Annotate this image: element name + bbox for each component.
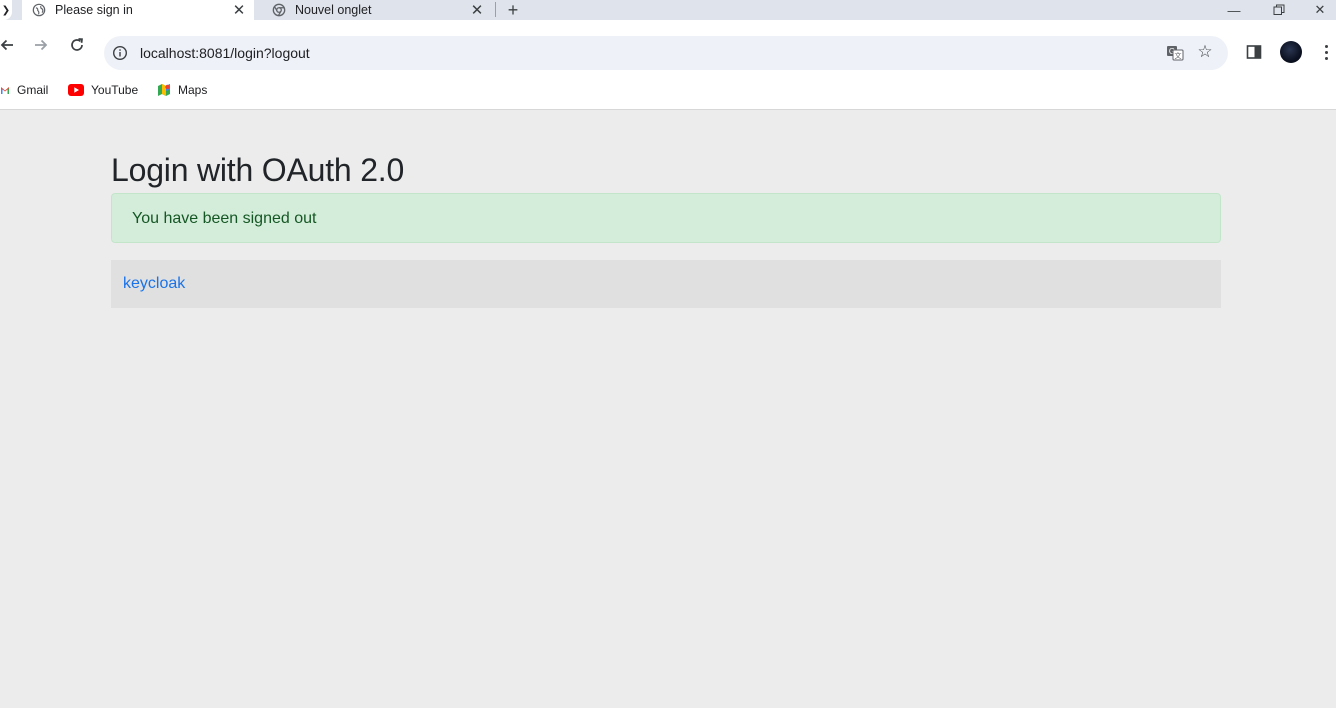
gmail-icon: [1, 87, 9, 94]
restore-icon[interactable]: [1259, 0, 1299, 20]
profile-avatar[interactable]: [1280, 41, 1302, 63]
tab-separator: [495, 2, 496, 17]
back-arrow-icon[interactable]: [0, 32, 20, 58]
page-title: Login with OAuth 2.0: [111, 152, 405, 188]
svg-text:文: 文: [1175, 51, 1182, 60]
browser-toolbar: localhost:8081/login?logout G 文 ☆: [0, 20, 1336, 70]
oauth-provider-list: keycloak: [111, 260, 1221, 308]
bookmark-youtube[interactable]: YouTube: [68, 81, 138, 99]
bookmark-gmail[interactable]: Gmail: [0, 81, 48, 99]
side-panel-icon[interactable]: [1246, 44, 1262, 60]
tab-strip: ❯ Please sign in ✕ Nouvel onglet ✕ + — ✕: [0, 0, 1336, 20]
new-tab-plus-icon[interactable]: +: [503, 0, 523, 20]
close-window-icon[interactable]: ✕: [1304, 0, 1336, 20]
tab-nouvel-onglet[interactable]: Nouvel onglet ✕: [262, 0, 492, 20]
bookmark-star-icon[interactable]: ☆: [1196, 43, 1214, 61]
page-content: Login with OAuth 2.0 You have been signe…: [0, 110, 1336, 708]
close-tab-icon[interactable]: ✕: [230, 1, 248, 19]
translate-icon[interactable]: G 文: [1166, 44, 1184, 62]
globe-icon: [32, 3, 46, 17]
bookmarks-bar: Gmail YouTube Maps: [0, 70, 1336, 110]
signed-out-alert: You have been signed out: [111, 193, 1221, 243]
url-text[interactable]: localhost:8081/login?logout: [140, 45, 310, 61]
tab-title: Nouvel onglet: [295, 3, 372, 17]
bookmark-label: Maps: [178, 83, 208, 97]
bookmark-label: YouTube: [91, 83, 139, 97]
tab-please-sign-in[interactable]: Please sign in ✕: [22, 0, 254, 20]
address-bar[interactable]: localhost:8081/login?logout G 文 ☆: [104, 36, 1228, 70]
tab-title: Please sign in: [55, 3, 133, 17]
chrome-icon: [272, 3, 286, 17]
close-tab-icon[interactable]: ✕: [468, 1, 486, 19]
tab-search-chevron-icon[interactable]: ❯: [0, 0, 12, 20]
minimize-icon[interactable]: —: [1214, 0, 1254, 20]
maps-icon: [158, 84, 170, 96]
reload-icon[interactable]: [64, 32, 90, 58]
site-info-icon[interactable]: [112, 45, 128, 61]
bookmark-maps[interactable]: Maps: [157, 81, 207, 99]
youtube-icon: [68, 84, 84, 96]
more-menu-icon[interactable]: [1318, 42, 1334, 62]
forward-arrow-icon[interactable]: [28, 32, 54, 58]
alert-message: You have been signed out: [132, 210, 317, 227]
keycloak-login-link[interactable]: keycloak: [123, 275, 185, 293]
bookmark-label: Gmail: [17, 83, 49, 97]
